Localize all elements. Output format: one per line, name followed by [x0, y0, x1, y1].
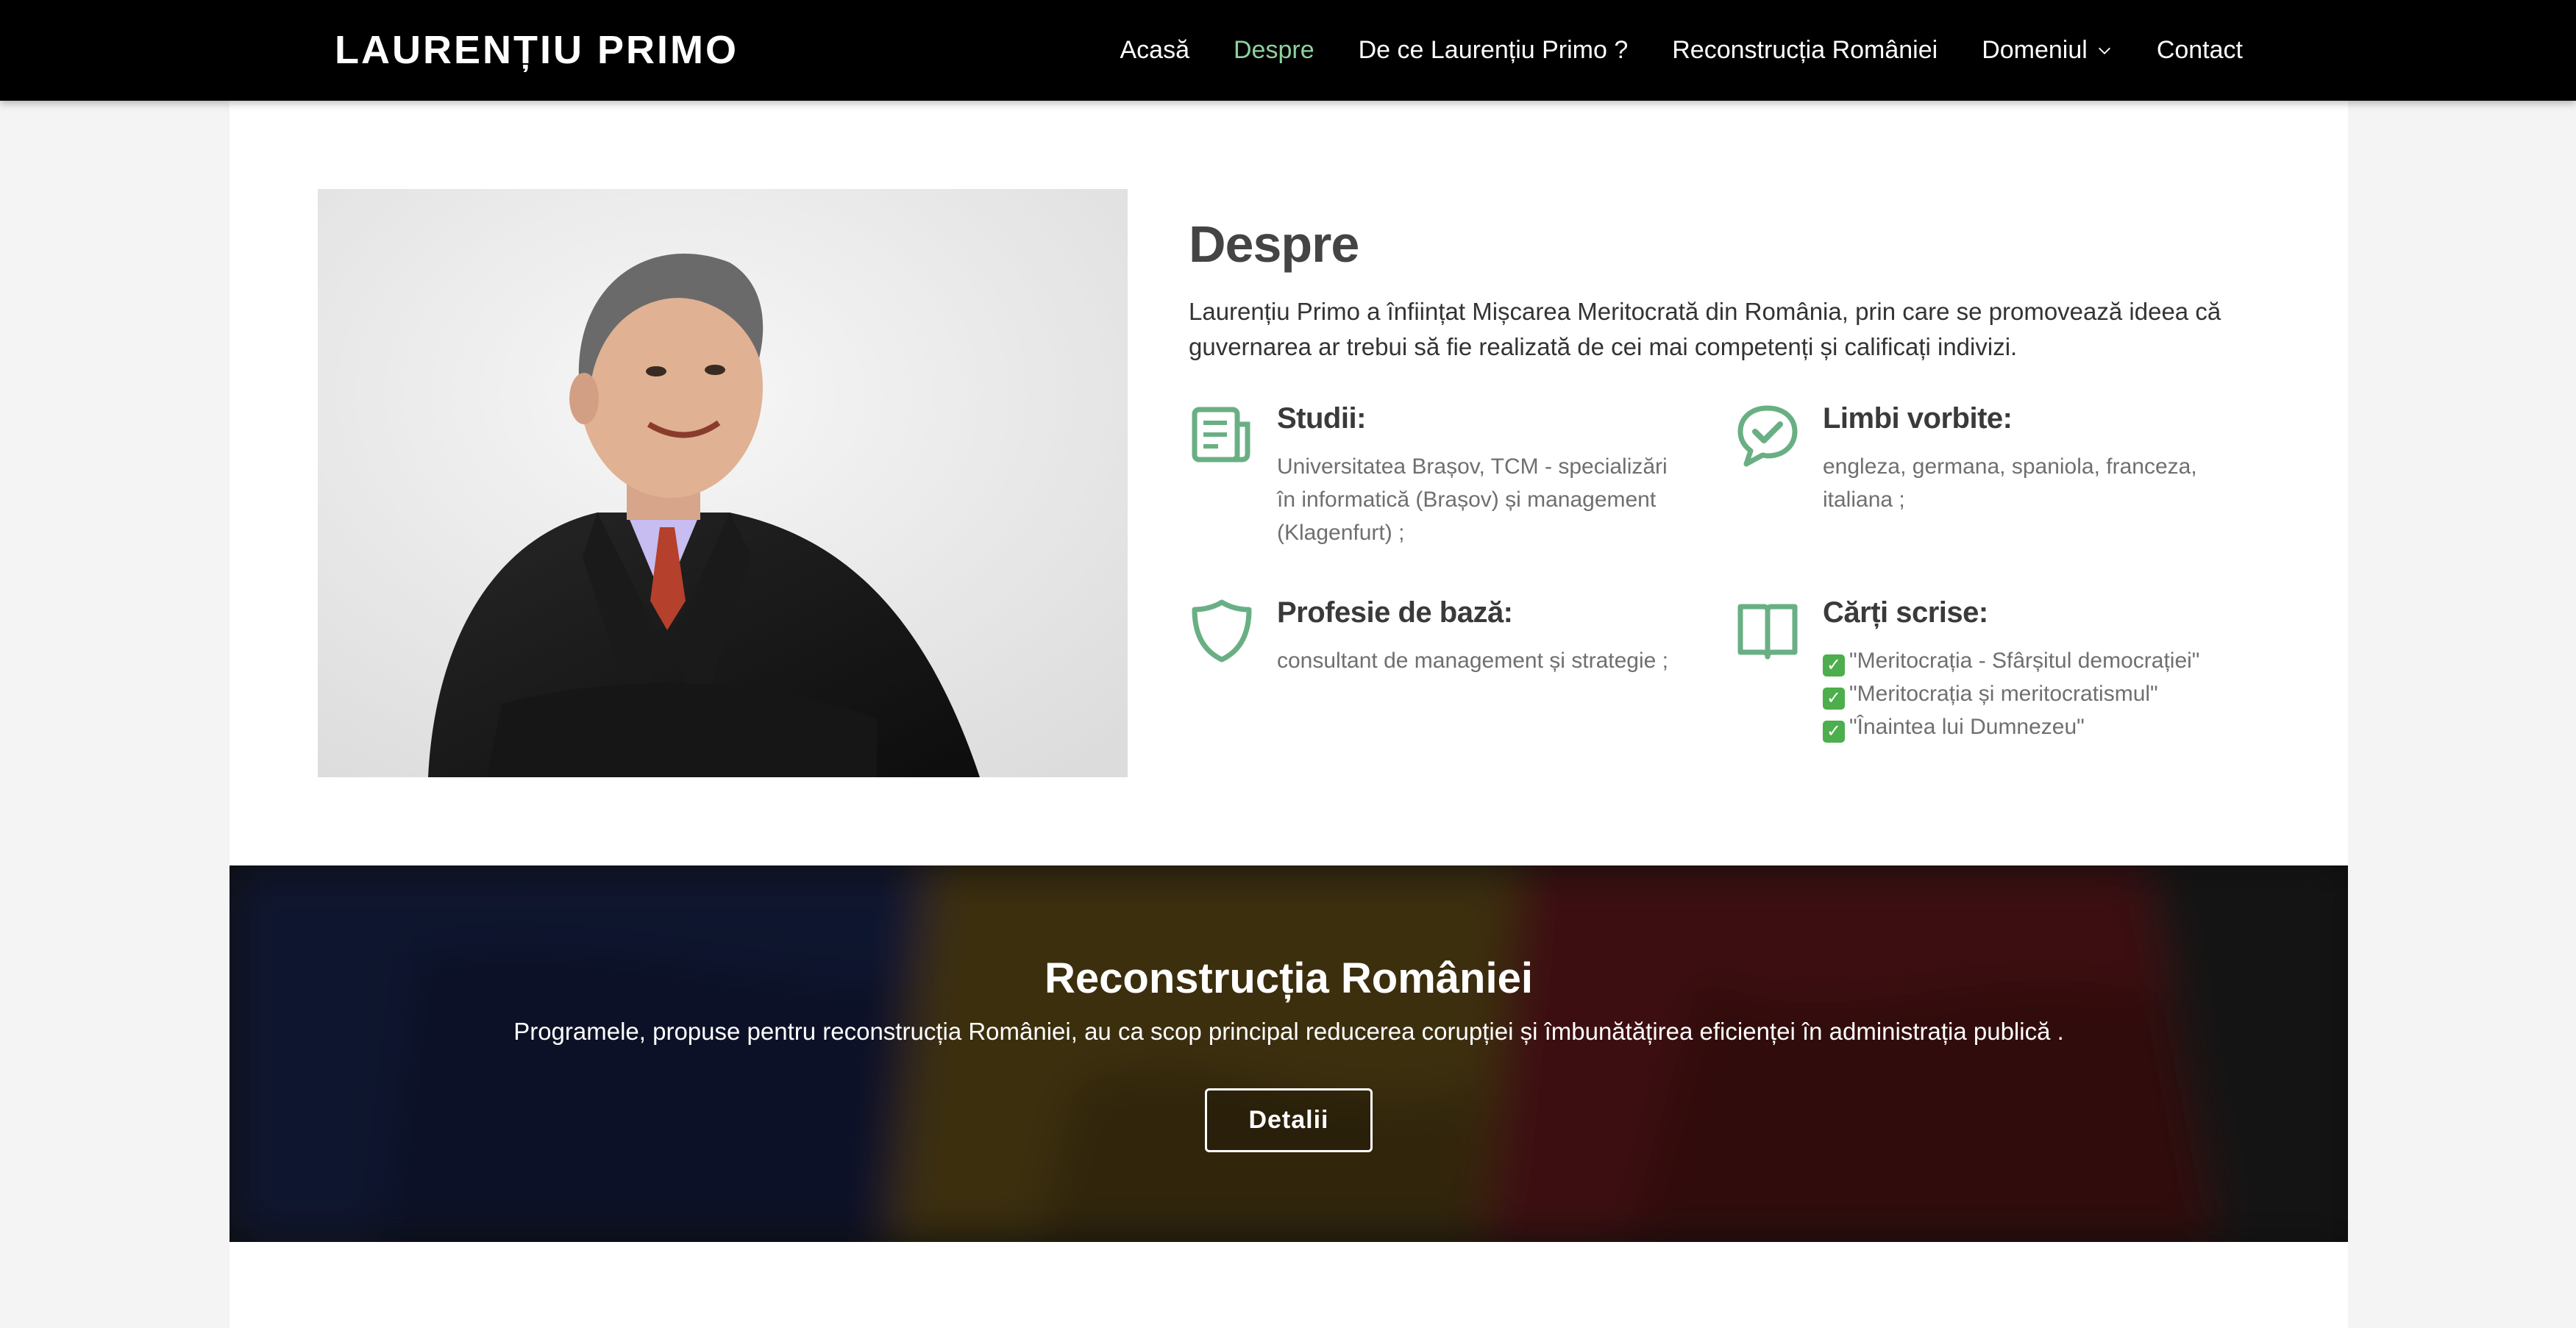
banner-text: Programele, propuse pentru reconstrucția… — [513, 1018, 2064, 1045]
nav-item-de-ce[interactable]: De ce Laurențiu Primo ? — [1359, 36, 1629, 65]
feature-title: Profesie de bază: — [1277, 596, 1513, 629]
shield-icon — [1192, 599, 1252, 663]
flag-background-image — [230, 865, 2348, 1242]
portrait-illustration — [318, 189, 1128, 777]
feature-text: consultant de management și strategie ; — [1277, 649, 1668, 673]
feature-title: Limbi vorbite: — [1823, 402, 2013, 435]
chat-check-icon — [1737, 405, 1798, 467]
feature-title: Studii: — [1277, 402, 1366, 435]
check-icon: ✓ — [1823, 721, 1845, 743]
book-item: ✓ "Meritocrația - Sfârșitul democrației" — [1823, 644, 2264, 677]
check-icon: ✓ — [1823, 688, 1845, 710]
nav-item-despre[interactable]: Despre — [1234, 36, 1314, 65]
nav-item-label: Acasă — [1120, 36, 1190, 64]
feature-title: Cărți scrise: — [1823, 596, 1988, 629]
book-item: ✓ "Înaintea lui Dumnezeu" — [1823, 710, 2264, 743]
books-list: ✓ "Meritocrația - Sfârșitul democrației" … — [1823, 644, 2264, 743]
book-title: "Meritocrația și meritocratismul" — [1849, 682, 2158, 706]
check-icon: ✓ — [1823, 654, 1845, 677]
nav-item-acasa[interactable]: Acasă — [1120, 36, 1190, 65]
nav-item-label: Despre — [1234, 36, 1314, 64]
about-lead-text: Laurențiu Primo a înființat Mișcarea Mer… — [1189, 298, 2221, 360]
nav-item-label: Contact — [2156, 36, 2243, 64]
about-section: Despre Laurențiu Primo a înființat Mișca… — [1189, 215, 2263, 365]
nav-item-contact[interactable]: Contact — [2157, 36, 2243, 65]
main-content: Despre Laurențiu Primo a înființat Mișca… — [230, 101, 2348, 1328]
newspaper-icon — [1192, 407, 1250, 463]
detalii-button[interactable]: Detalii — [1205, 1088, 1373, 1152]
nav-item-label: De ce Laurențiu Primo ? — [1358, 36, 1629, 64]
site-logo[interactable]: LAURENȚIU PRIMO — [335, 0, 739, 101]
main-nav: Acasă Despre De ce Laurențiu Primo ? Rec… — [1120, 0, 2244, 101]
reconstructia-banner: Reconstrucția României Programele, propu… — [230, 865, 2348, 1242]
nav-item-label: Domeniul — [1982, 36, 2088, 64]
book-title: "Înaintea lui Dumnezeu" — [1849, 715, 2085, 739]
feature-text: engleza, germana, spaniola, franceza, it… — [1823, 454, 2197, 512]
top-navbar: LAURENȚIU PRIMO Acasă Despre De ce Laure… — [0, 0, 2576, 101]
nav-item-domeniul[interactable]: Domeniul — [1982, 36, 2113, 65]
book-item: ✓ "Meritocrația și meritocratismul" — [1823, 677, 2264, 710]
nav-item-reconstructia[interactable]: Reconstrucția României — [1672, 36, 1938, 65]
feature-text: Universitatea Brașov, TCM - specializări… — [1277, 454, 1668, 545]
portrait-photo — [318, 189, 1128, 777]
open-book-icon — [1737, 604, 1798, 660]
chevron-down-icon — [2098, 47, 2110, 54]
banner-title: Reconstrucția României — [1045, 954, 1533, 1002]
about-title: Despre — [1189, 215, 1359, 273]
nav-item-label: Reconstrucția României — [1672, 36, 1938, 64]
book-title: "Meritocrația - Sfârșitul democrației" — [1849, 649, 2200, 673]
